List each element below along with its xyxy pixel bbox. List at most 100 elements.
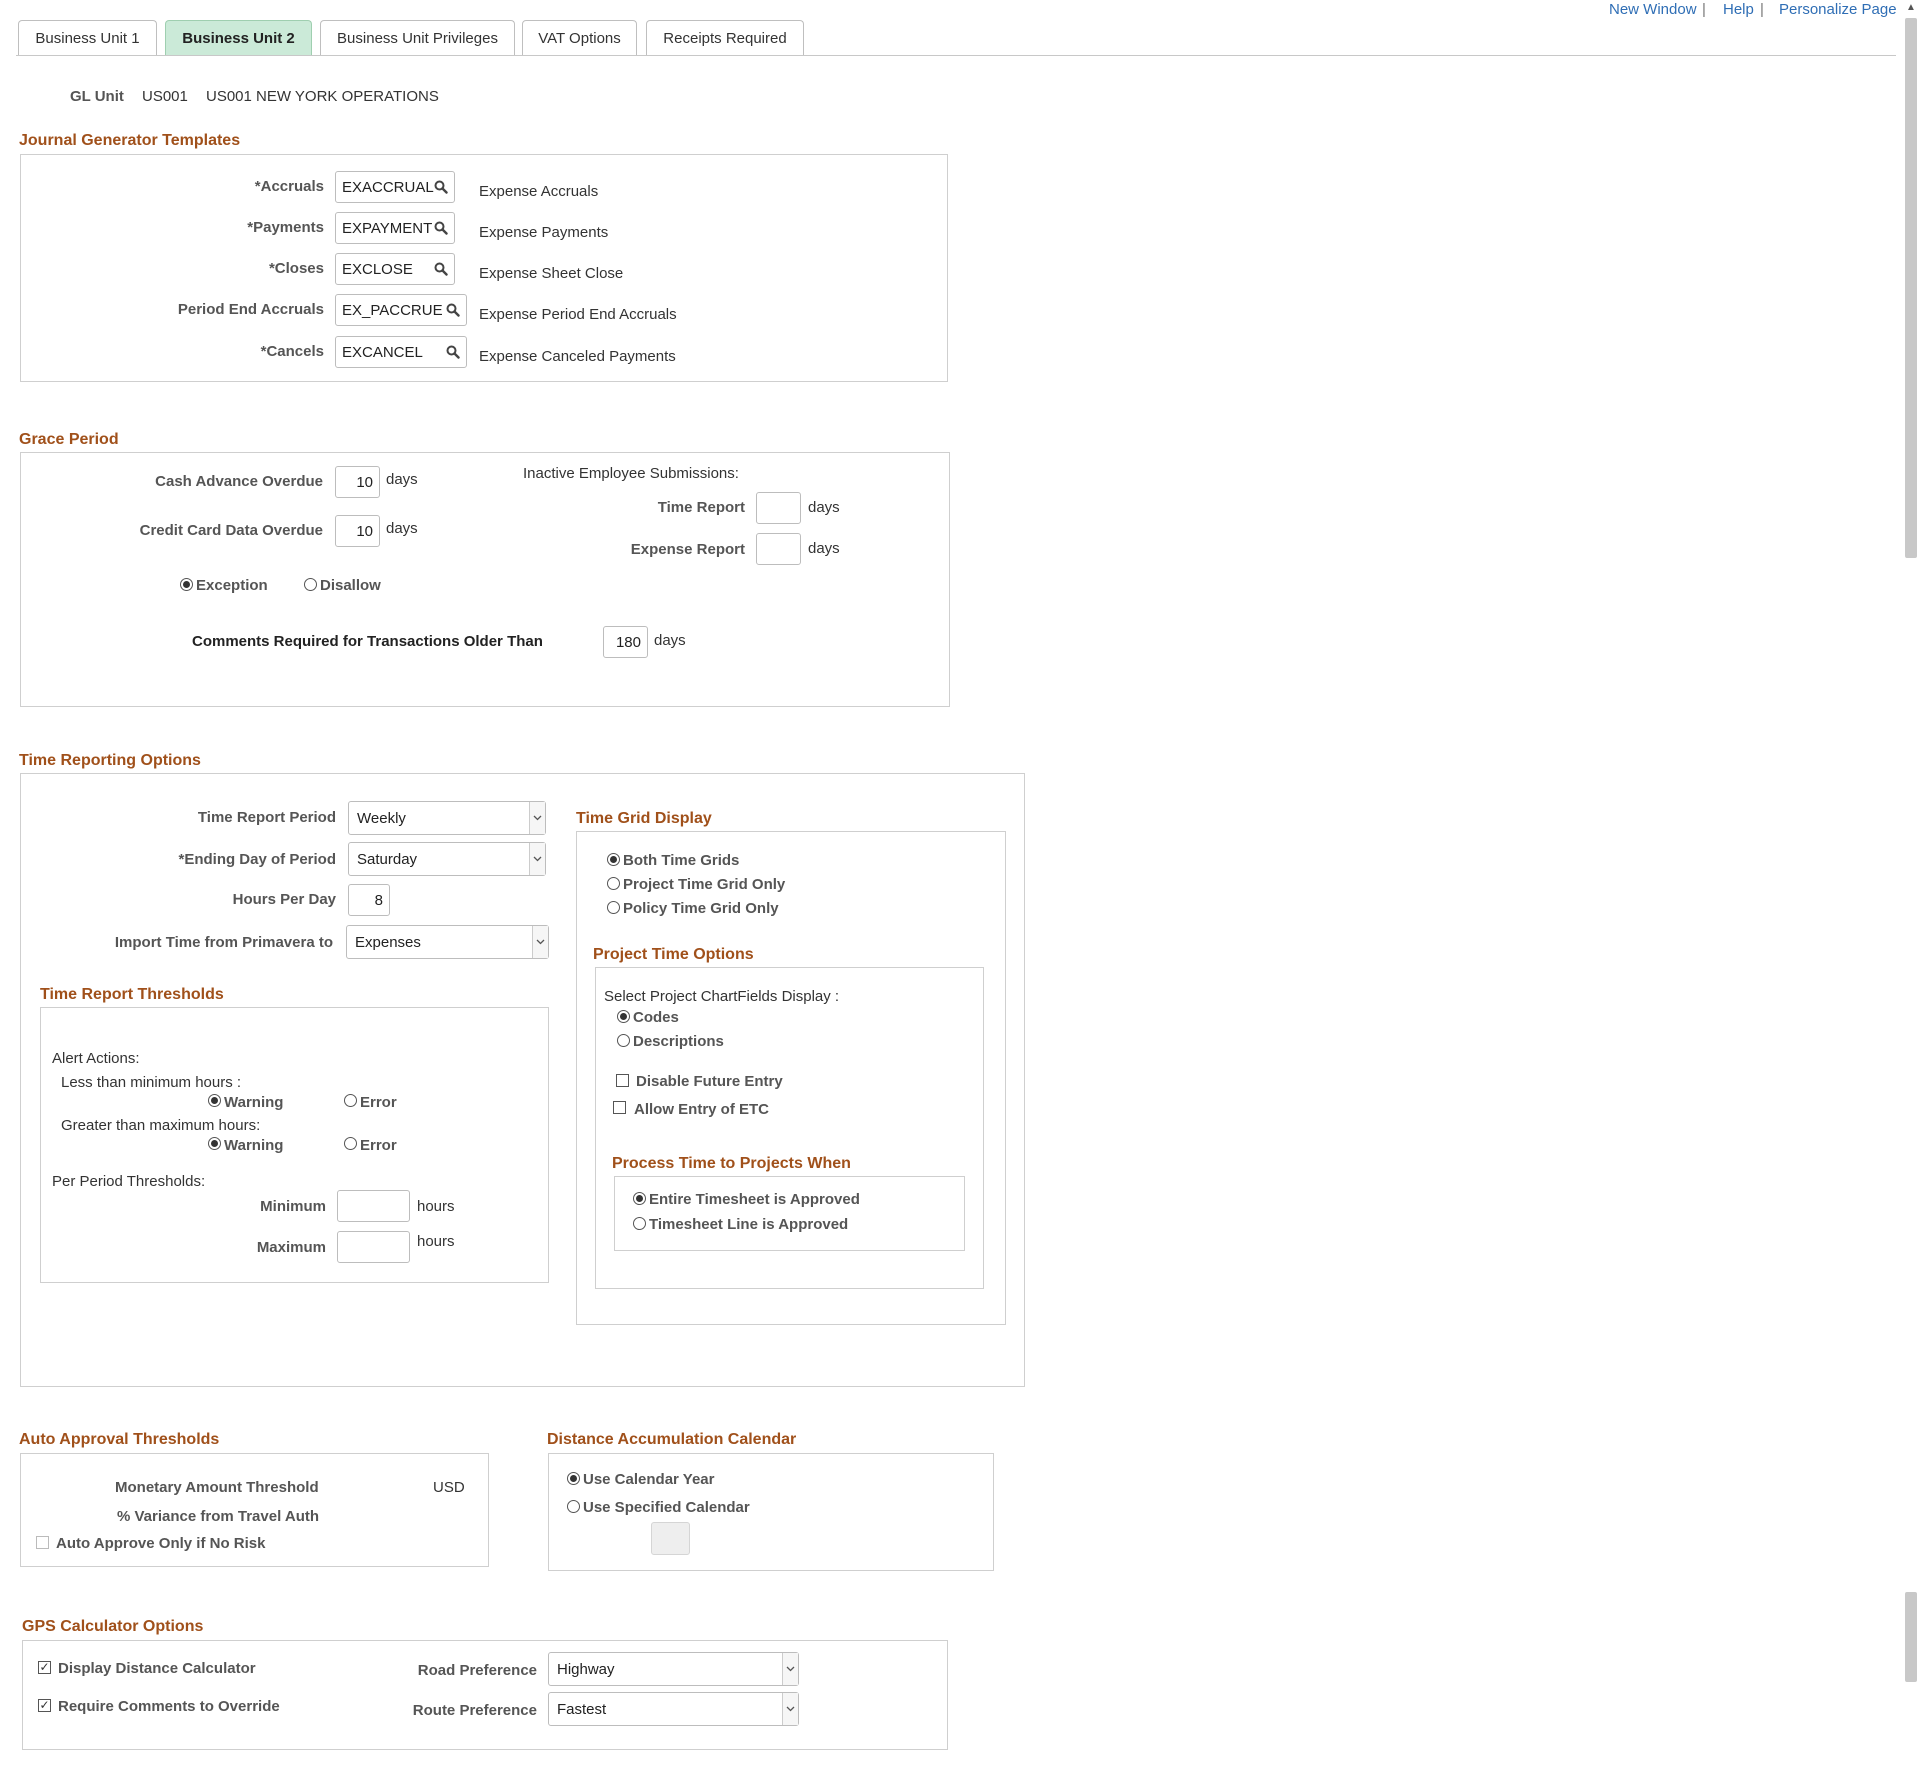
days-label: days (386, 471, 418, 488)
route-preference-select[interactable]: Fastest (548, 1692, 799, 1726)
days-label: days (808, 540, 840, 557)
gps-calculator-title: GPS Calculator Options (22, 1618, 204, 1635)
greater-error-radio[interactable] (344, 1137, 357, 1150)
credit-card-input[interactable]: 10 (335, 515, 380, 547)
template-value: EXPAYMENT (342, 219, 433, 237)
chartfields-display-label: Select Project ChartFields Display : (604, 988, 840, 1005)
gl-unit-code: US001 (142, 88, 188, 105)
search-icon[interactable] (429, 216, 453, 240)
scrollbar-thumb[interactable] (1905, 18, 1917, 558)
help-link[interactable]: Help (1723, 1, 1754, 18)
display-distance-calculator-label: Display Distance Calculator (58, 1660, 256, 1677)
process-time-box (614, 1176, 965, 1251)
use-calendar-year-radio[interactable] (567, 1472, 580, 1485)
chevron-down-icon (532, 926, 548, 958)
exception-label: Exception (196, 577, 268, 594)
both-time-grids-radio[interactable] (607, 853, 620, 866)
hours-per-day-input[interactable]: 8 (348, 884, 390, 916)
import-time-select[interactable]: Expenses (346, 925, 549, 959)
template-value: EXACCRUAL (342, 178, 434, 196)
tab-business-unit-1[interactable]: Business Unit 1 (18, 20, 157, 56)
expense-report-label: Expense Report (630, 541, 745, 558)
search-icon[interactable] (441, 298, 465, 322)
time-report-period-select[interactable]: Weekly (348, 801, 546, 835)
expense-report-days-input[interactable] (756, 533, 801, 565)
search-icon[interactable] (429, 175, 453, 199)
timesheet-line-radio[interactable] (633, 1217, 646, 1230)
road-preference-select[interactable]: Highway (548, 1652, 799, 1686)
selected-value: Fastest (557, 1700, 607, 1718)
disallow-radio[interactable] (304, 578, 317, 591)
per-period-label: Per Period Thresholds: (52, 1173, 206, 1190)
project-time-grid-radio[interactable] (607, 877, 620, 890)
separator: | (1760, 1, 1764, 18)
ending-day-label: *Ending Day of Period (178, 851, 336, 868)
auto-approve-no-risk-checkbox[interactable] (36, 1536, 49, 1549)
less-than-min-label: Less than minimum hours : (61, 1074, 242, 1091)
scrollbar-thumb[interactable] (1905, 1592, 1917, 1682)
tab-business-unit-2[interactable]: Business Unit 2 (165, 20, 312, 56)
specified-calendar-input[interactable] (651, 1522, 690, 1555)
error-label: Error (360, 1137, 397, 1154)
template-label: Period End Accruals (177, 301, 324, 318)
display-distance-calculator-checkbox[interactable]: ✓ (38, 1661, 51, 1674)
tab-receipts-required[interactable]: Receipts Required (646, 20, 804, 56)
policy-time-grid-radio[interactable] (607, 901, 620, 914)
alert-actions-label: Alert Actions: (52, 1050, 140, 1067)
chevron-down-icon (529, 802, 545, 834)
tab-label: VAT Options (538, 30, 621, 47)
distance-calendar-title: Distance Accumulation Calendar (547, 1431, 797, 1448)
greater-warning-radio[interactable] (208, 1137, 221, 1150)
exception-radio[interactable] (180, 578, 193, 591)
new-window-link[interactable]: New Window (1609, 1, 1697, 18)
codes-label: Codes (633, 1009, 679, 1026)
selected-value: Expenses (355, 933, 421, 951)
comments-required-label: Comments Required for Transactions Older… (192, 633, 543, 650)
selected-value: Weekly (357, 809, 406, 827)
entire-timesheet-radio[interactable] (633, 1192, 646, 1205)
gps-calculator-box (22, 1640, 948, 1750)
entire-timesheet-label: Entire Timesheet is Approved (649, 1191, 860, 1208)
variance-label: % Variance from Travel Auth (117, 1508, 320, 1525)
gl-unit-description: US001 NEW YORK OPERATIONS (206, 88, 439, 105)
chevron-down-icon (529, 843, 545, 875)
tab-business-unit-privileges[interactable]: Business Unit Privileges (320, 20, 515, 56)
template-label: *Accruals (254, 178, 324, 195)
comments-days-input[interactable]: 180 (603, 626, 648, 658)
tab-label: Business Unit Privileges (337, 30, 498, 47)
personalize-page-link[interactable]: Personalize Page (1779, 1, 1897, 18)
tab-label: Business Unit 2 (182, 30, 295, 47)
search-icon[interactable] (429, 257, 453, 281)
template-description: Expense Canceled Payments (479, 348, 676, 365)
time-grid-title: Time Grid Display (576, 810, 712, 827)
scroll-up-icon[interactable]: ▲ (1906, 2, 1916, 13)
search-icon[interactable] (441, 340, 465, 364)
time-report-period-label: Time Report Period (197, 809, 336, 826)
maximum-hours-input[interactable] (337, 1231, 410, 1263)
cash-advance-input[interactable]: 10 (335, 466, 380, 498)
disable-future-entry-checkbox[interactable] (616, 1074, 629, 1087)
use-specified-calendar-label: Use Specified Calendar (583, 1499, 750, 1516)
hours-per-day-label: Hours Per Day (232, 891, 336, 908)
policy-time-grid-label: Policy Time Grid Only (623, 900, 779, 917)
codes-radio[interactable] (617, 1010, 630, 1023)
descriptions-radio[interactable] (617, 1034, 630, 1047)
minimum-hours-input[interactable] (337, 1190, 410, 1222)
template-value: EXCANCEL (342, 343, 423, 361)
require-comments-checkbox[interactable]: ✓ (38, 1699, 51, 1712)
ending-day-select[interactable]: Saturday (348, 842, 546, 876)
project-time-title: Project Time Options (593, 946, 754, 963)
use-calendar-year-label: Use Calendar Year (583, 1471, 715, 1488)
time-report-days-input[interactable] (756, 492, 801, 524)
use-specified-calendar-radio[interactable] (567, 1500, 580, 1513)
hours-label: hours (417, 1233, 455, 1250)
less-warning-radio[interactable] (208, 1094, 221, 1107)
error-label: Error (360, 1094, 397, 1111)
chevron-down-icon (782, 1653, 798, 1685)
template-description: Expense Payments (479, 224, 609, 241)
allow-etc-checkbox[interactable] (613, 1101, 626, 1114)
warning-label: Warning (224, 1094, 284, 1111)
time-reporting-title: Time Reporting Options (19, 752, 201, 769)
less-error-radio[interactable] (344, 1094, 357, 1107)
tab-vat-options[interactable]: VAT Options (522, 20, 637, 56)
